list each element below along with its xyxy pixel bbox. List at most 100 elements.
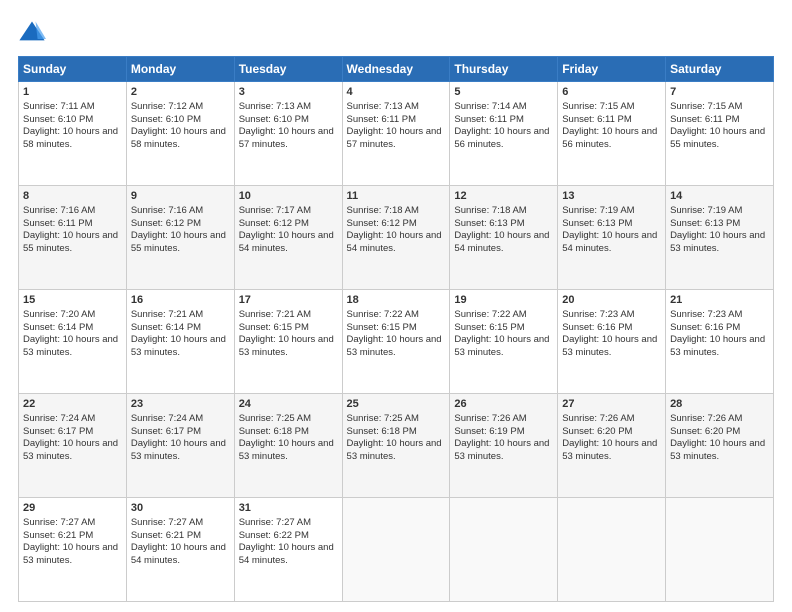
day-number: 11 — [347, 189, 446, 204]
daylight-label: Daylight: 10 hours and 53 minutes. — [131, 334, 226, 358]
calendar-cell: 28Sunrise: 7:26 AMSunset: 6:20 PMDayligh… — [666, 394, 774, 498]
daylight-label: Daylight: 10 hours and 53 minutes. — [562, 438, 657, 462]
daylight-label: Daylight: 10 hours and 53 minutes. — [131, 438, 226, 462]
day-number: 12 — [454, 189, 553, 204]
daylight-label: Daylight: 10 hours and 57 minutes. — [239, 126, 334, 150]
calendar-cell: 1Sunrise: 7:11 AMSunset: 6:10 PMDaylight… — [19, 82, 127, 186]
weekday-header-tuesday: Tuesday — [234, 57, 342, 82]
sunrise-label: Sunrise: 7:19 AM — [562, 205, 634, 216]
logo-icon — [18, 18, 46, 46]
sunrise-label: Sunrise: 7:12 AM — [131, 101, 203, 112]
calendar-cell: 6Sunrise: 7:15 AMSunset: 6:11 PMDaylight… — [558, 82, 666, 186]
daylight-label: Daylight: 10 hours and 54 minutes. — [347, 230, 442, 254]
day-number: 10 — [239, 189, 338, 204]
day-number: 7 — [670, 85, 769, 100]
sunrise-label: Sunrise: 7:22 AM — [454, 309, 526, 320]
sunset-label: Sunset: 6:14 PM — [23, 322, 93, 333]
day-number: 16 — [131, 293, 230, 308]
weekday-header-wednesday: Wednesday — [342, 57, 450, 82]
sunrise-label: Sunrise: 7:14 AM — [454, 101, 526, 112]
day-number: 3 — [239, 85, 338, 100]
day-number: 4 — [347, 85, 446, 100]
sunset-label: Sunset: 6:11 PM — [347, 114, 417, 125]
sunset-label: Sunset: 6:13 PM — [562, 218, 632, 229]
calendar-week-5: 29Sunrise: 7:27 AMSunset: 6:21 PMDayligh… — [19, 498, 774, 602]
daylight-label: Daylight: 10 hours and 53 minutes. — [347, 334, 442, 358]
daylight-label: Daylight: 10 hours and 58 minutes. — [23, 126, 118, 150]
calendar-cell — [666, 498, 774, 602]
calendar-cell: 10Sunrise: 7:17 AMSunset: 6:12 PMDayligh… — [234, 186, 342, 290]
daylight-label: Daylight: 10 hours and 53 minutes. — [454, 438, 549, 462]
day-number: 20 — [562, 293, 661, 308]
sunset-label: Sunset: 6:15 PM — [239, 322, 309, 333]
weekday-header-friday: Friday — [558, 57, 666, 82]
day-number: 24 — [239, 397, 338, 412]
day-number: 14 — [670, 189, 769, 204]
day-number: 2 — [131, 85, 230, 100]
sunset-label: Sunset: 6:21 PM — [131, 530, 201, 541]
calendar-cell: 5Sunrise: 7:14 AMSunset: 6:11 PMDaylight… — [450, 82, 558, 186]
sunset-label: Sunset: 6:17 PM — [23, 426, 93, 437]
sunset-label: Sunset: 6:10 PM — [23, 114, 93, 125]
daylight-label: Daylight: 10 hours and 54 minutes. — [131, 542, 226, 566]
calendar-cell — [450, 498, 558, 602]
daylight-label: Daylight: 10 hours and 53 minutes. — [670, 438, 765, 462]
daylight-label: Daylight: 10 hours and 53 minutes. — [670, 334, 765, 358]
day-number: 25 — [347, 397, 446, 412]
sunrise-label: Sunrise: 7:25 AM — [239, 413, 311, 424]
sunset-label: Sunset: 6:14 PM — [131, 322, 201, 333]
sunset-label: Sunset: 6:18 PM — [347, 426, 417, 437]
sunset-label: Sunset: 6:16 PM — [562, 322, 632, 333]
sunset-label: Sunset: 6:22 PM — [239, 530, 309, 541]
daylight-label: Daylight: 10 hours and 53 minutes. — [23, 542, 118, 566]
sunset-label: Sunset: 6:11 PM — [670, 114, 740, 125]
calendar-cell — [342, 498, 450, 602]
daylight-label: Daylight: 10 hours and 53 minutes. — [454, 334, 549, 358]
sunset-label: Sunset: 6:19 PM — [454, 426, 524, 437]
sunrise-label: Sunrise: 7:23 AM — [670, 309, 742, 320]
header — [18, 18, 774, 46]
day-number: 28 — [670, 397, 769, 412]
sunset-label: Sunset: 6:18 PM — [239, 426, 309, 437]
calendar-cell: 22Sunrise: 7:24 AMSunset: 6:17 PMDayligh… — [19, 394, 127, 498]
day-number: 18 — [347, 293, 446, 308]
sunrise-label: Sunrise: 7:19 AM — [670, 205, 742, 216]
sunrise-label: Sunrise: 7:27 AM — [239, 517, 311, 528]
sunset-label: Sunset: 6:20 PM — [562, 426, 632, 437]
calendar-cell: 24Sunrise: 7:25 AMSunset: 6:18 PMDayligh… — [234, 394, 342, 498]
calendar-cell: 17Sunrise: 7:21 AMSunset: 6:15 PMDayligh… — [234, 290, 342, 394]
daylight-label: Daylight: 10 hours and 55 minutes. — [670, 126, 765, 150]
calendar-cell — [558, 498, 666, 602]
sunrise-label: Sunrise: 7:23 AM — [562, 309, 634, 320]
daylight-label: Daylight: 10 hours and 58 minutes. — [131, 126, 226, 150]
sunrise-label: Sunrise: 7:21 AM — [239, 309, 311, 320]
sunrise-label: Sunrise: 7:24 AM — [23, 413, 95, 424]
sunrise-label: Sunrise: 7:16 AM — [23, 205, 95, 216]
calendar-cell: 27Sunrise: 7:26 AMSunset: 6:20 PMDayligh… — [558, 394, 666, 498]
sunrise-label: Sunrise: 7:18 AM — [454, 205, 526, 216]
day-number: 22 — [23, 397, 122, 412]
sunset-label: Sunset: 6:12 PM — [239, 218, 309, 229]
calendar-cell: 4Sunrise: 7:13 AMSunset: 6:11 PMDaylight… — [342, 82, 450, 186]
sunrise-label: Sunrise: 7:20 AM — [23, 309, 95, 320]
calendar-cell: 15Sunrise: 7:20 AMSunset: 6:14 PMDayligh… — [19, 290, 127, 394]
day-number: 27 — [562, 397, 661, 412]
daylight-label: Daylight: 10 hours and 54 minutes. — [454, 230, 549, 254]
sunset-label: Sunset: 6:11 PM — [23, 218, 93, 229]
day-number: 6 — [562, 85, 661, 100]
daylight-label: Daylight: 10 hours and 55 minutes. — [23, 230, 118, 254]
weekday-header-monday: Monday — [126, 57, 234, 82]
daylight-label: Daylight: 10 hours and 56 minutes. — [454, 126, 549, 150]
calendar-cell: 20Sunrise: 7:23 AMSunset: 6:16 PMDayligh… — [558, 290, 666, 394]
calendar-cell: 2Sunrise: 7:12 AMSunset: 6:10 PMDaylight… — [126, 82, 234, 186]
sunrise-label: Sunrise: 7:26 AM — [454, 413, 526, 424]
daylight-label: Daylight: 10 hours and 54 minutes. — [239, 542, 334, 566]
sunrise-label: Sunrise: 7:13 AM — [239, 101, 311, 112]
weekday-header-saturday: Saturday — [666, 57, 774, 82]
daylight-label: Daylight: 10 hours and 54 minutes. — [562, 230, 657, 254]
sunset-label: Sunset: 6:20 PM — [670, 426, 740, 437]
sunset-label: Sunset: 6:11 PM — [562, 114, 632, 125]
calendar-cell: 21Sunrise: 7:23 AMSunset: 6:16 PMDayligh… — [666, 290, 774, 394]
day-number: 9 — [131, 189, 230, 204]
calendar-cell: 3Sunrise: 7:13 AMSunset: 6:10 PMDaylight… — [234, 82, 342, 186]
